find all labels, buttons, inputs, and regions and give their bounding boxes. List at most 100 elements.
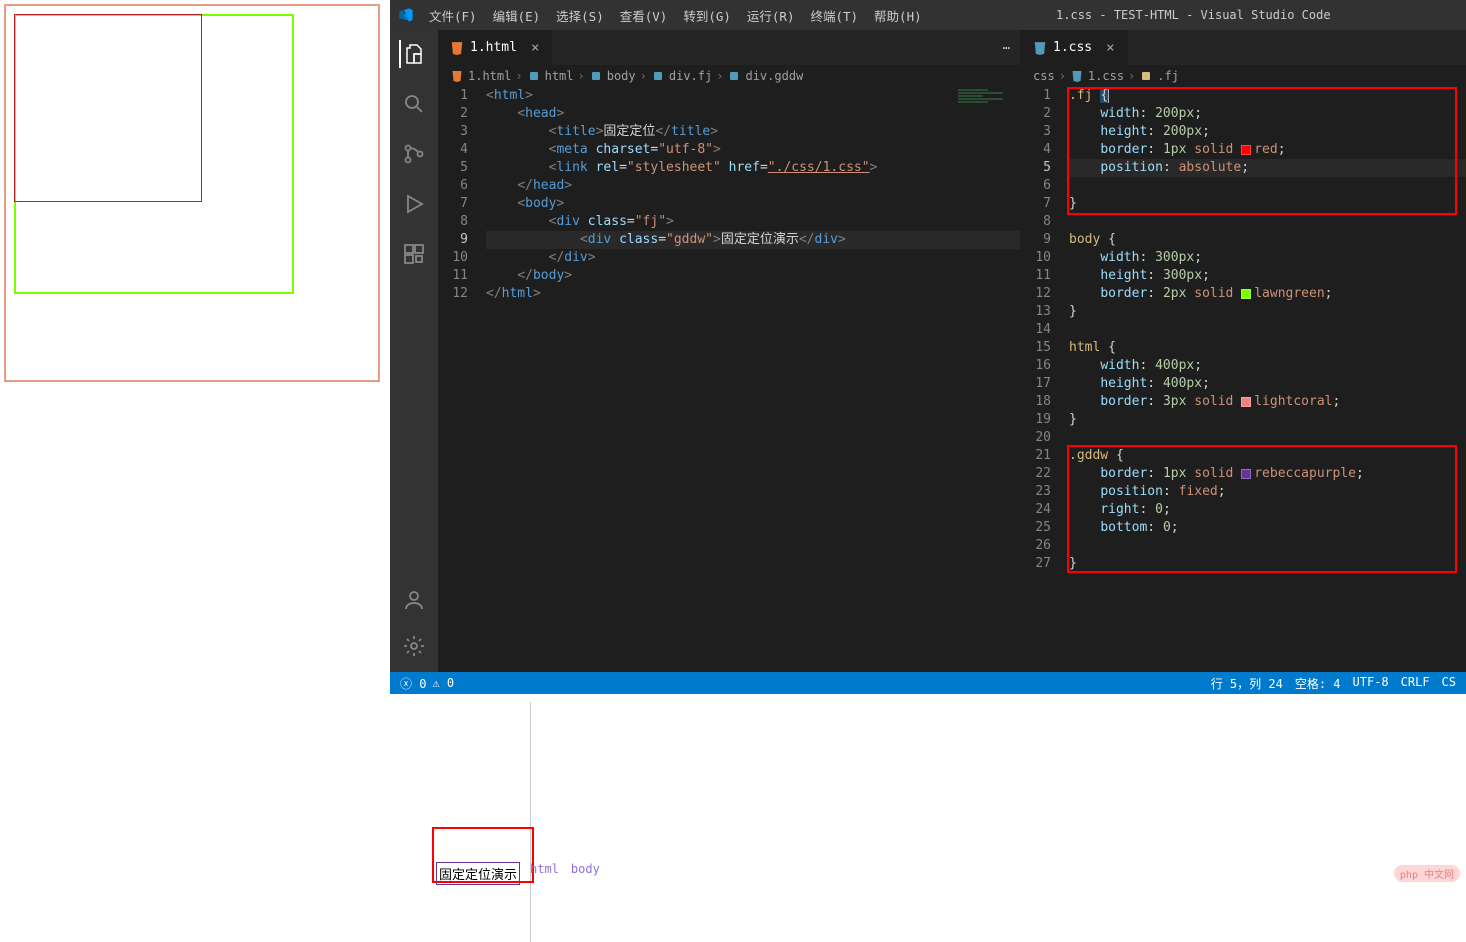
code-line[interactable]: border: 2px solid lawngreen; xyxy=(1069,285,1466,303)
code-line[interactable]: right: 0; xyxy=(1069,501,1466,519)
account-icon[interactable] xyxy=(400,586,428,614)
code-line[interactable]: </div> xyxy=(486,249,1020,267)
code-line[interactable]: <div class="gddw">固定定位演示</div> xyxy=(486,231,1020,249)
code-line[interactable]: <title>固定定位</title> xyxy=(486,123,1020,141)
element-icon xyxy=(727,69,741,83)
code-line[interactable] xyxy=(1069,429,1466,447)
code-line[interactable]: border: 3px solid lightcoral; xyxy=(1069,393,1466,411)
code-line[interactable]: } xyxy=(1069,303,1466,321)
bc-segment[interactable]: div.fj xyxy=(669,69,712,83)
breadcrumb-left[interactable]: 1.html›html›body›div.fj›div.gddw xyxy=(438,65,1020,87)
code-line[interactable]: <div class="fj"> xyxy=(486,213,1020,231)
breadcrumb-right[interactable]: css › 1.css › .fj xyxy=(1021,65,1466,87)
code-line[interactable]: <body> xyxy=(486,195,1020,213)
source-control-icon[interactable] xyxy=(400,140,428,168)
code-area-html[interactable]: 123456789101112 <html> <head> <title>固定定… xyxy=(438,87,1020,672)
status-spaces[interactable]: 空格: 4 xyxy=(1295,675,1341,692)
code-line[interactable]: position: absolute; xyxy=(1069,159,1466,177)
tab-bar-right: 1.css × xyxy=(1021,30,1466,65)
element-icon xyxy=(589,69,603,83)
status-bar: ⓧ 0 ⚠ 0 行 5，列 24 空格: 4 UTF-8 CRLF CS xyxy=(390,672,1466,694)
code-line[interactable]: border: 1px solid red; xyxy=(1069,141,1466,159)
code-line[interactable] xyxy=(1069,537,1466,555)
bc-file: 1.css xyxy=(1088,69,1124,83)
activity-bar xyxy=(390,30,438,672)
code-line[interactable]: bottom: 0; xyxy=(1069,519,1466,537)
code-line[interactable]: .fj { xyxy=(1069,87,1466,105)
code-line[interactable]: width: 200px; xyxy=(1069,105,1466,123)
title-bar: 文件(F)编辑(E)选择(S)查看(V)转到(G)运行(R)终端(T)帮助(H)… xyxy=(390,0,1466,30)
code-line[interactable]: width: 400px; xyxy=(1069,357,1466,375)
code-line[interactable] xyxy=(1069,177,1466,195)
code-line[interactable]: <link rel="stylesheet" href="./css/1.css… xyxy=(486,159,1020,177)
status-eol[interactable]: CRLF xyxy=(1401,675,1430,692)
close-icon[interactable]: × xyxy=(1106,40,1114,56)
menu-item[interactable]: 文件(F) xyxy=(422,2,484,29)
menu-item[interactable]: 编辑(E) xyxy=(486,2,548,29)
editor-more-icon[interactable]: ⋯ xyxy=(992,30,1020,65)
code-line[interactable]: } xyxy=(1069,195,1466,213)
code-line[interactable]: } xyxy=(1069,555,1466,573)
run-debug-icon[interactable] xyxy=(400,190,428,218)
code-line[interactable]: <html> xyxy=(486,87,1020,105)
menu-item[interactable]: 查看(V) xyxy=(613,2,675,29)
status-cursor[interactable]: 行 5，列 24 xyxy=(1211,675,1283,692)
tab-label: 1.css xyxy=(1053,40,1092,55)
bc-segment[interactable]: body xyxy=(607,69,636,83)
bc-segment[interactable]: html xyxy=(545,69,574,83)
window-title: 1.css - TEST-HTML - Visual Studio Code xyxy=(929,8,1458,22)
gear-icon[interactable] xyxy=(400,632,428,660)
code-line[interactable]: .gddw { xyxy=(1069,447,1466,465)
preview-fj-border xyxy=(14,14,202,202)
code-line[interactable]: html { xyxy=(1069,339,1466,357)
css-file-icon xyxy=(1070,69,1084,83)
code-line[interactable]: <meta charset="utf-8"> xyxy=(486,141,1020,159)
code-line[interactable]: width: 300px; xyxy=(1069,249,1466,267)
code-line[interactable]: height: 400px; xyxy=(1069,375,1466,393)
code-line[interactable]: </head> xyxy=(486,177,1020,195)
code-line[interactable]: height: 300px; xyxy=(1069,267,1466,285)
code-line[interactable] xyxy=(1069,321,1466,339)
code-line[interactable]: position: fixed; xyxy=(1069,483,1466,501)
menu-item[interactable]: 终端(T) xyxy=(803,2,865,29)
search-icon[interactable] xyxy=(400,90,428,118)
code-area-css[interactable]: 1234567891011121314151617181920212223242… xyxy=(1021,87,1466,672)
bc-folder: css xyxy=(1033,69,1055,83)
code-line[interactable]: height: 200px; xyxy=(1069,123,1466,141)
vscode-window: 文件(F)编辑(E)选择(S)查看(V)转到(G)运行(R)终端(T)帮助(H)… xyxy=(390,0,1466,694)
tab-bar-left: 1.html × ⋯ xyxy=(438,30,1020,65)
code-line[interactable]: body { xyxy=(1069,231,1466,249)
tab-1html[interactable]: 1.html × xyxy=(438,30,552,65)
menu-item[interactable]: 选择(S) xyxy=(549,2,611,29)
files-icon[interactable] xyxy=(399,40,427,68)
editor-pane-html: 1.html × ⋯ 1.html›html›body›div.fj›div.g… xyxy=(438,30,1021,672)
code-line[interactable]: } xyxy=(1069,411,1466,429)
tab-1css[interactable]: 1.css × xyxy=(1021,30,1128,65)
minimap[interactable] xyxy=(958,89,1018,129)
status-errors[interactable]: ⓧ 0 xyxy=(400,675,426,692)
menu-item[interactable]: 帮助(H) xyxy=(867,2,929,29)
bc-segment[interactable]: 1.html xyxy=(468,69,511,83)
menu-item[interactable]: 运行(R) xyxy=(740,2,802,29)
code-line[interactable]: border: 1px solid rebeccapurple; xyxy=(1069,465,1466,483)
code-line[interactable]: </body> xyxy=(486,267,1020,285)
bc-selector: .fj xyxy=(1157,69,1179,83)
bc-segment[interactable]: div.gddw xyxy=(745,69,803,83)
status-encoding[interactable]: UTF-8 xyxy=(1353,675,1389,692)
vscode-logo-icon xyxy=(398,7,414,23)
extensions-icon[interactable] xyxy=(400,240,428,268)
code-line[interactable]: <head> xyxy=(486,105,1020,123)
tab-label: 1.html xyxy=(470,40,517,55)
watermark: php 中文网 xyxy=(1394,865,1460,882)
css-file-icon xyxy=(1033,41,1047,55)
close-icon[interactable]: × xyxy=(531,40,539,56)
status-lang[interactable]: CS xyxy=(1442,675,1456,692)
code-line[interactable]: </html> xyxy=(486,285,1020,303)
element-icon xyxy=(651,69,665,83)
divider xyxy=(530,702,531,942)
menu-item[interactable]: 转到(G) xyxy=(676,2,738,29)
devtools-breadcrumb[interactable]: htmlbody xyxy=(530,862,600,876)
css-rule-icon xyxy=(1139,69,1153,83)
code-line[interactable] xyxy=(1069,213,1466,231)
status-warnings[interactable]: ⚠ 0 xyxy=(432,676,454,690)
